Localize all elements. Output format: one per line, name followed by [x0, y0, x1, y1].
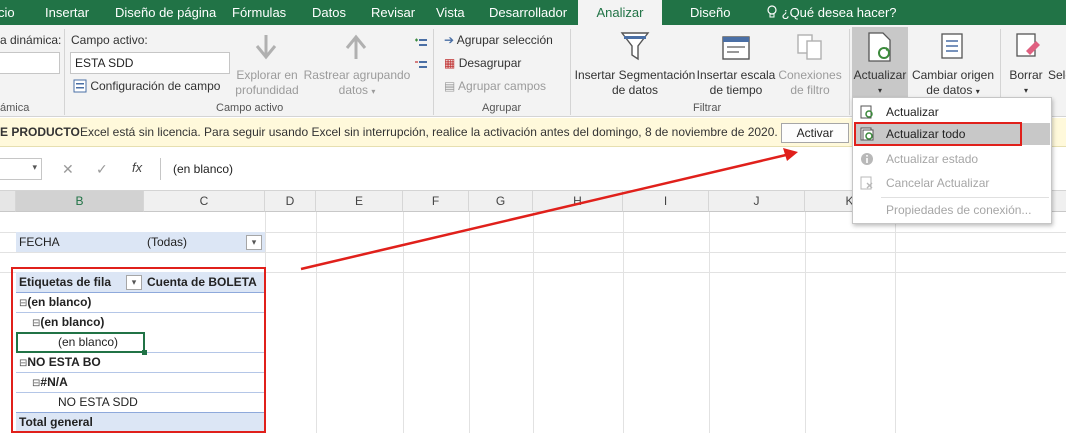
menu-item-actualizar[interactable]: Actualizar [854, 101, 1050, 123]
menu-item-label: Actualizar [886, 105, 939, 119]
menu-item-label: Cancelar Actualizar [886, 176, 990, 190]
actualizar-dropdown-menu: Actualizar Actualizar todo Actualizar es… [852, 97, 1052, 224]
menu-item-label: Actualizar estado [886, 152, 979, 166]
menu-item-actualizar-estado[interactable]: Actualizar estado [854, 148, 1050, 170]
info-icon [861, 153, 873, 165]
cancel-refresh-icon [860, 176, 873, 190]
menu-divider [881, 197, 1049, 198]
menu-item-propiedades-conexion[interactable]: Propiedades de conexión... [854, 199, 1050, 221]
refresh-icon [860, 105, 873, 119]
menu-item-label: Propiedades de conexión... [886, 203, 1032, 217]
menu-item-cancelar-actualizar[interactable]: Cancelar Actualizar [854, 172, 1050, 194]
annotation-box-actualizar-todo [854, 122, 1022, 146]
